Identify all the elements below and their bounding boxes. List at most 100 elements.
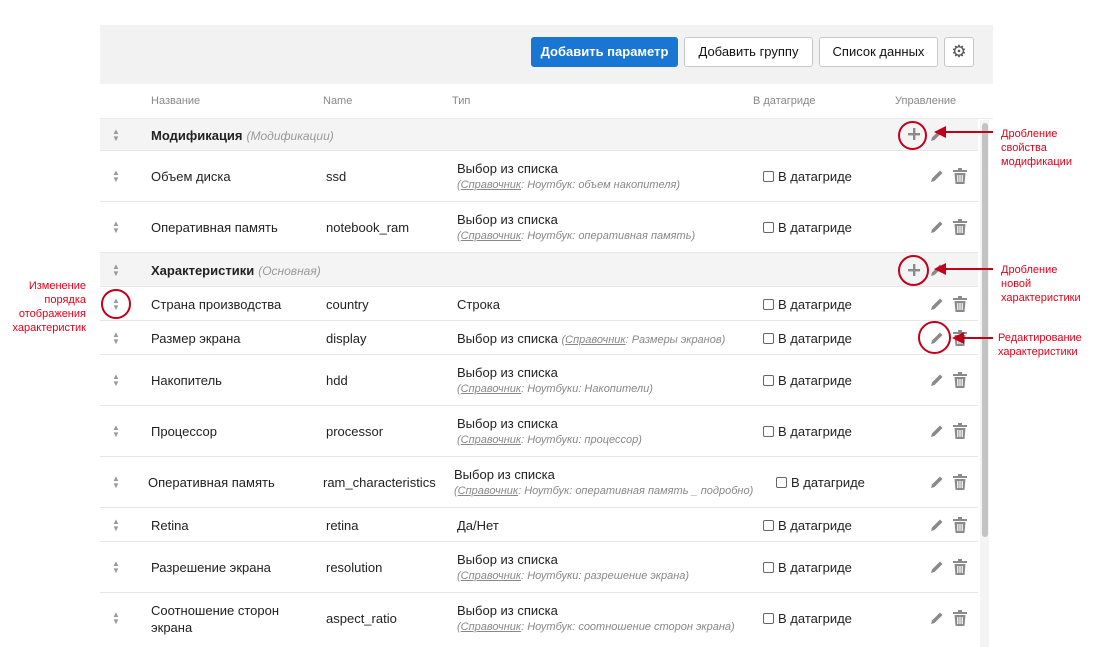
trash-icon[interactable] <box>953 296 967 312</box>
sort-handle-icon[interactable]: ▲ ▼ <box>110 611 122 626</box>
row-code: ram_characteristics <box>323 475 436 490</box>
table-row: ▲ ▼ Процессор processor Выбор из списка (… <box>100 406 978 457</box>
sort-handle-icon[interactable]: ▲ ▼ <box>110 373 122 388</box>
row-type-source: (Справочник: Ноутбук: соотношение сторон… <box>457 621 735 633</box>
reference-link[interactable]: Справочник <box>461 383 521 395</box>
row-name: Объем диска <box>151 169 231 184</box>
reference-link[interactable]: Справочник <box>461 179 521 191</box>
group-row-characteristics: ▲ ▼ Характеристики (Основная) <box>100 253 978 287</box>
row-name: Оперативная память <box>151 220 278 235</box>
datagrid-checkbox[interactable]: В датагриде <box>776 475 865 490</box>
row-name: Разрешение экрана <box>151 560 271 575</box>
row-name: Оперативная память <box>148 475 275 490</box>
row-type-source: (Справочник: Ноутбуки: разрешение экрана… <box>457 570 690 582</box>
annotation-arrow <box>934 263 993 275</box>
datagrid-checkbox[interactable]: В датагриде <box>763 331 852 346</box>
pencil-icon[interactable] <box>929 423 945 439</box>
row-type-source: (Справочник: Размеры экранов) <box>561 334 726 346</box>
sort-handle-icon[interactable]: ▲ ▼ <box>110 263 122 278</box>
sort-handle-icon[interactable]: ▲ ▼ <box>110 169 122 184</box>
add-parameter-button[interactable]: Добавить параметр <box>531 37 678 67</box>
datagrid-checkbox[interactable]: В датагриде <box>763 220 852 235</box>
row-type-source: (Справочник: Ноутбуки: процессор) <box>457 434 642 446</box>
highlight-ring-add-modification <box>898 121 927 150</box>
row-name: Retina <box>151 518 189 533</box>
sort-handle-icon[interactable]: ▲ ▼ <box>110 220 122 235</box>
checkbox[interactable] <box>763 520 774 531</box>
row-code: notebook_ram <box>326 220 410 235</box>
pencil-icon[interactable] <box>929 372 945 388</box>
checkbox[interactable] <box>763 171 774 182</box>
row-name: Процессор <box>151 424 217 439</box>
reference-link[interactable]: Справочник <box>461 434 521 446</box>
sort-handle-icon[interactable]: ▲ ▼ <box>110 331 122 346</box>
settings-button[interactable]: ⚙ <box>944 37 974 67</box>
highlight-ring-add-characteristic <box>898 255 929 286</box>
datagrid-checkbox[interactable]: В датагриде <box>763 169 852 184</box>
checkbox[interactable] <box>763 375 774 386</box>
row-code: aspect_ratio <box>326 611 397 626</box>
pencil-icon[interactable] <box>929 296 945 312</box>
datagrid-checkbox[interactable]: В датагриде <box>763 518 852 533</box>
row-type: Выбор из списка <box>457 212 558 227</box>
pencil-icon[interactable] <box>929 610 945 626</box>
trash-icon[interactable] <box>953 474 967 490</box>
datagrid-checkbox[interactable]: В датагриде <box>763 424 852 439</box>
sort-handle-icon[interactable]: ▲ ▼ <box>110 475 122 490</box>
annotation-reorder: Изменение порядка отображения характерис… <box>12 280 86 334</box>
group-row-modification: ▲ ▼ Модификация (Модификации) <box>100 119 978 151</box>
trash-icon[interactable] <box>953 168 967 184</box>
checkbox[interactable] <box>763 222 774 233</box>
datagrid-checkbox[interactable]: В датагриде <box>763 560 852 575</box>
pencil-icon[interactable] <box>929 559 945 575</box>
checkbox[interactable] <box>763 613 774 624</box>
row-type-source: (Справочник: Ноутбук: оперативная память… <box>454 485 754 497</box>
table-row: ▲ ▼ Retina retina Да/Нет В датагриде <box>100 508 978 542</box>
sort-handle-icon[interactable]: ▲ ▼ <box>110 128 122 143</box>
row-code: display <box>326 331 367 346</box>
gear-icon: ⚙ <box>951 42 967 61</box>
checkbox[interactable] <box>763 333 774 344</box>
table-row: ▲ ▼ Объем диска ssd Выбор из списка (Спра… <box>100 151 978 202</box>
pencil-icon[interactable] <box>929 168 945 184</box>
pencil-icon[interactable] <box>929 517 945 533</box>
datagrid-checkbox[interactable]: В датагриде <box>763 297 852 312</box>
pencil-icon[interactable] <box>929 219 945 235</box>
checkbox[interactable] <box>763 426 774 437</box>
row-type: Выбор из списка <box>457 603 558 618</box>
trash-icon[interactable] <box>953 610 967 626</box>
pencil-icon[interactable] <box>929 474 945 490</box>
annotation-split-new: Дробление новой характеристики <box>1001 264 1081 304</box>
row-name: Размер экрана <box>151 331 241 346</box>
column-header-manage: Управление <box>895 95 957 107</box>
row-type: Да/Нет <box>457 518 499 533</box>
datagrid-checkbox[interactable]: В датагриде <box>763 373 852 388</box>
row-type: Выбор из списка <box>457 365 558 380</box>
reference-link[interactable]: Справочник <box>458 485 518 497</box>
row-code: processor <box>326 424 384 439</box>
trash-icon[interactable] <box>953 372 967 388</box>
trash-icon[interactable] <box>953 517 967 533</box>
reference-link[interactable]: Справочник <box>461 621 521 633</box>
column-header-code: Name <box>323 95 353 107</box>
sort-handle-icon[interactable]: ▲ ▼ <box>110 560 122 575</box>
checkbox[interactable] <box>763 562 774 573</box>
table-row: ▲ ▼ Страна производства country Строка В … <box>100 287 978 321</box>
data-list-button[interactable]: Список данных <box>819 37 938 67</box>
trash-icon[interactable] <box>953 559 967 575</box>
table-row: ▲ ▼ Разрешение экрана resolution Выбор из… <box>100 542 978 593</box>
add-group-button[interactable]: Добавить группу <box>684 37 813 67</box>
row-type: Строка <box>457 297 501 312</box>
reference-link[interactable]: Справочник <box>461 570 521 582</box>
datagrid-checkbox[interactable]: В датагриде <box>763 611 852 626</box>
checkbox[interactable] <box>763 299 774 310</box>
sort-handle-icon[interactable]: ▲ ▼ <box>110 518 122 533</box>
group-title: Модификация <box>151 128 243 143</box>
checkbox[interactable] <box>776 477 787 488</box>
sort-handle-icon[interactable]: ▲ ▼ <box>110 424 122 439</box>
reference-link[interactable]: Справочник <box>565 334 625 346</box>
column-header-name: Название <box>151 95 201 107</box>
trash-icon[interactable] <box>953 423 967 439</box>
reference-link[interactable]: Справочник <box>461 230 521 242</box>
trash-icon[interactable] <box>953 219 967 235</box>
